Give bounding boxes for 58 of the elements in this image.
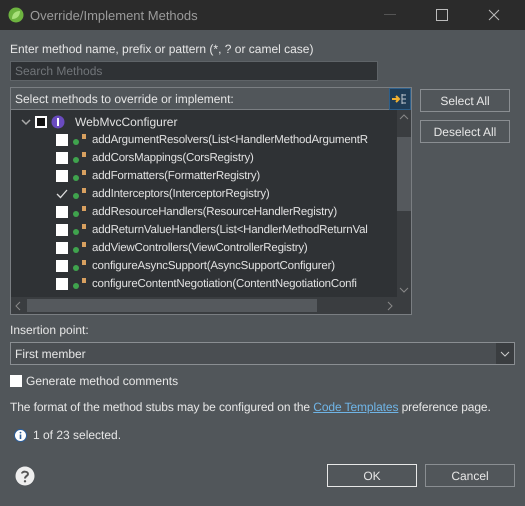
tree-item[interactable]: addReturnValueHandlers(List<HandlerMethodReturnVal: [92, 224, 368, 236]
scrollbar-thumb[interactable]: [397, 136, 411, 210]
scroll-left-icon[interactable]: [15, 300, 21, 310]
tree-item[interactable]: addFormatters(FormatterRegistry): [92, 170, 260, 182]
method-icon: [72, 224, 88, 236]
insertion-point-label: Insertion point:: [10, 323, 90, 337]
checkbox[interactable]: [56, 206, 68, 218]
method-icon: [72, 134, 88, 146]
method-icon: [72, 206, 88, 218]
scroll-up-icon[interactable]: [399, 114, 409, 120]
checkbox-label: Generate method comments: [26, 374, 178, 388]
status-text: 1 of 23 selected.: [33, 428, 122, 442]
checkbox[interactable]: [56, 224, 68, 236]
method-icon: [72, 260, 88, 272]
search-label: Enter method name, prefix or pattern (*, ? or camel case): [10, 42, 314, 56]
select-all-button[interactable]: Select All: [420, 89, 510, 112]
group-by-type-button[interactable]: [389, 88, 411, 110]
checkbox[interactable]: [56, 134, 68, 146]
caret-icon: [500, 350, 510, 356]
info-icon: [14, 428, 27, 442]
checkbox[interactable]: [56, 278, 68, 290]
minimize-icon[interactable]: [384, 14, 396, 16]
leaf-logo-icon: [8, 7, 24, 23]
search-field[interactable]: Search Methods: [10, 61, 378, 81]
tree-header: Select methods to override or implement:: [14, 92, 235, 106]
deselect-all-button[interactable]: Deselect All: [420, 120, 510, 143]
scroll-right-icon[interactable]: [387, 300, 393, 310]
tree-item[interactable]: configureAsyncSupport(AsyncSupportConfigurer): [92, 260, 335, 272]
checkbox[interactable]: [56, 170, 68, 182]
tree-item[interactable]: addResourceHandlers(ResourceHandlerRegistry): [92, 206, 337, 218]
info-text: The format of the method stubs may be configured on the Code Templates preference page.: [10, 400, 492, 414]
method-icon: [72, 188, 88, 200]
method-icon: [72, 170, 88, 182]
method-icon: [72, 152, 88, 164]
tree-item[interactable]: addCorsMappings(CorsRegistry): [92, 152, 254, 164]
method-icon: [72, 278, 88, 290]
checkbox[interactable]: [56, 242, 68, 254]
method-icon: [72, 242, 88, 254]
expand-caret-icon[interactable]: [21, 118, 31, 126]
scrollbar-thumb[interactable]: [27, 299, 317, 312]
window-title: Override/Implement Methods: [30, 8, 199, 22]
arrow-tree-icon: [392, 92, 408, 104]
interface-icon: [51, 115, 65, 129]
checkbox[interactable]: [56, 260, 68, 272]
checkbox[interactable]: [10, 375, 22, 387]
tree-item[interactable]: addArgumentResolvers(List<HandlerMethodArgumentR: [92, 134, 368, 146]
insertion-point-dropdown[interactable]: First member: [10, 342, 515, 365]
tree-item[interactable]: addInterceptors(InterceptorRegistry): [92, 188, 270, 200]
cancel-button[interactable]: Cancel: [425, 464, 515, 487]
ok-button[interactable]: OK: [327, 464, 417, 487]
checkbox[interactable]: [56, 152, 68, 164]
maximize-icon[interactable]: [436, 9, 448, 21]
close-icon[interactable]: [488, 9, 500, 21]
tree-item[interactable]: WebMvcConfigurer: [69, 115, 178, 129]
tree-item[interactable]: addViewControllers(ViewControllerRegistry): [92, 242, 308, 254]
scroll-down-icon[interactable]: [399, 287, 409, 293]
help-icon[interactable]: [15, 466, 35, 486]
tree-item[interactable]: configureContentNegotiation(ContentNegotiationConfi: [92, 278, 357, 290]
